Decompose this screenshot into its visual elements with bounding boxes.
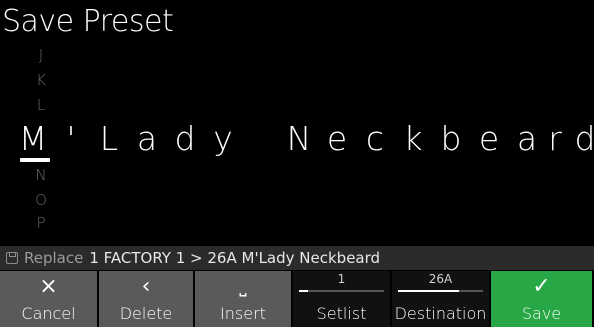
destination-knob[interactable]: 26A Destination	[392, 271, 489, 327]
name-char-3[interactable]: L	[94, 117, 124, 161]
setlist-label: Setlist	[316, 304, 367, 323]
destination-value: 26A	[428, 272, 453, 286]
close-icon: ×	[39, 274, 58, 299]
setlist-slider-fill	[299, 290, 308, 292]
destination-label: Destination	[394, 304, 487, 323]
save-status-bar: Replace 1 FACTORY 1 > 26A M'Lady Neckbea…	[0, 246, 594, 270]
name-char-2[interactable]: '	[56, 117, 86, 161]
save-button[interactable]: ✓ Save	[491, 271, 592, 327]
page-title: Save Preset	[2, 4, 174, 39]
chevron-left-icon: ‹	[141, 274, 151, 299]
letter-option-p[interactable]: P	[31, 214, 51, 232]
name-char-9[interactable]: e	[322, 117, 352, 161]
setlist-slider-track	[299, 290, 384, 292]
status-action: Replace	[24, 249, 84, 267]
delete-button[interactable]: ‹ Delete	[99, 271, 193, 327]
insert-button[interactable]: ⎵ Insert	[195, 271, 291, 327]
floppy-disk-icon	[6, 252, 18, 264]
name-char-12[interactable]: b	[436, 117, 466, 161]
setlist-knob[interactable]: 1 Setlist	[293, 271, 390, 327]
preset-name-editor[interactable]: M ' L a d y N e c k b e a r d	[19, 117, 594, 161]
checkmark-icon: ✓	[532, 274, 551, 299]
name-char-4[interactable]: a	[132, 117, 162, 161]
name-char-5[interactable]: d	[170, 117, 200, 161]
destination-slider-fill	[398, 290, 460, 292]
name-char-15[interactable]: r	[540, 117, 570, 161]
name-char-16[interactable]: d	[570, 117, 594, 161]
cancel-button[interactable]: × Cancel	[0, 271, 97, 327]
text-cursor	[20, 158, 50, 162]
save-label: Save	[521, 304, 562, 323]
name-char-11[interactable]: k	[398, 117, 428, 161]
space-icon: ⎵	[239, 276, 247, 297]
name-char-8[interactable]: N	[284, 117, 314, 161]
letter-option-k[interactable]: K	[31, 71, 51, 89]
letter-option-j[interactable]: J	[31, 46, 51, 64]
name-char-14[interactable]: a	[512, 117, 542, 161]
destination-slider-track	[398, 290, 483, 292]
cancel-label: Cancel	[21, 304, 76, 323]
letter-option-n[interactable]: N	[31, 166, 51, 184]
letter-option-o[interactable]: O	[31, 191, 51, 209]
name-char-1[interactable]: M	[18, 117, 48, 161]
status-destination-text: 1 FACTORY 1 > 26A M'Lady Neckbeard	[89, 249, 381, 267]
setlist-value: 1	[337, 272, 346, 286]
delete-label: Delete	[119, 304, 173, 323]
insert-label: Insert	[220, 304, 266, 323]
name-char-13[interactable]: e	[474, 117, 504, 161]
letter-option-l[interactable]: L	[31, 96, 51, 114]
name-char-6[interactable]: y	[208, 117, 238, 161]
name-char-10[interactable]: c	[360, 117, 390, 161]
soft-button-bar: × Cancel ‹ Delete ⎵ Insert 1 Setlist 26A…	[0, 271, 594, 327]
